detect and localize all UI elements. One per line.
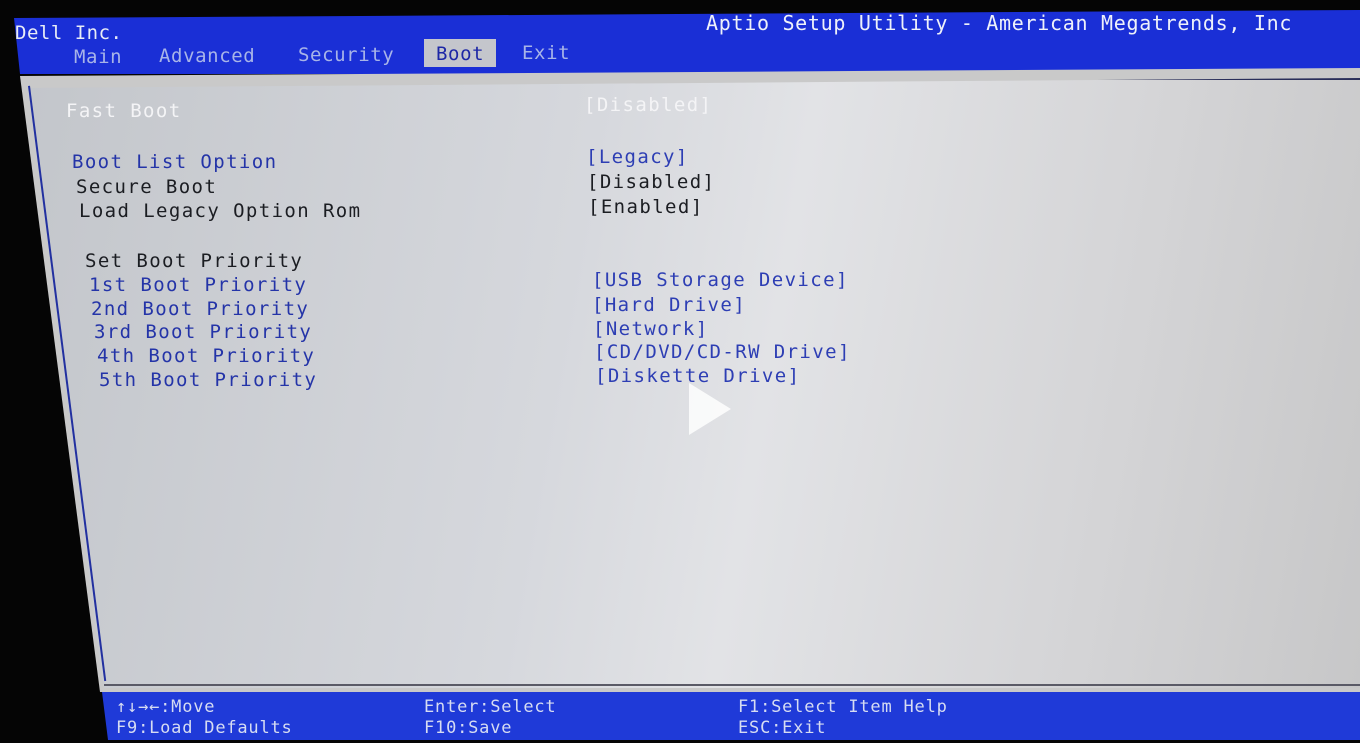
tab-advanced[interactable]: Advanced	[147, 41, 267, 69]
secure-boot-value: [Disabled]	[587, 171, 716, 193]
fast-boot-label[interactable]: Fast Boot	[66, 100, 182, 122]
play-icon[interactable]	[689, 383, 731, 435]
tab-exit[interactable]: Exit	[510, 38, 582, 66]
hint-exit: ESC:Exit	[738, 718, 827, 738]
boot-list-option-label[interactable]: Boot List Option	[72, 151, 277, 173]
bios-screen: Dell Inc. Aptio Setup Utility - American…	[0, 0, 1360, 743]
boot-priority-2-label[interactable]: 2nd Boot Priority	[91, 298, 309, 320]
hint-load-defaults: F9:Load Defaults	[116, 718, 293, 738]
boot-priority-1-value[interactable]: [USB Storage Device]	[592, 269, 849, 291]
tab-security[interactable]: Security	[286, 40, 406, 68]
hint-item-help: F1:Select Item Help	[738, 697, 948, 717]
load-legacy-option-rom-label: Load Legacy Option Rom	[79, 200, 362, 222]
fast-boot-value[interactable]: [Disabled]	[584, 94, 712, 116]
boot-priority-3-value[interactable]: [Network]	[593, 318, 709, 340]
tab-main[interactable]: Main	[62, 42, 134, 70]
boot-priority-1-label[interactable]: 1st Boot Priority	[89, 274, 307, 296]
utility-title: Aptio Setup Utility - American Megatrend…	[706, 11, 1293, 35]
panel-border-bottom	[104, 684, 1360, 686]
set-boot-priority-heading: Set Boot Priority	[85, 250, 304, 272]
hint-select: Enter:Select	[424, 697, 557, 717]
boot-priority-5-label[interactable]: 5th Boot Priority	[99, 369, 317, 391]
tab-boot[interactable]: Boot	[424, 39, 497, 67]
boot-priority-4-label[interactable]: 4th Boot Priority	[97, 345, 315, 367]
hint-save: F10:Save	[424, 718, 513, 738]
brand-label: Dell Inc.	[15, 22, 123, 44]
secure-boot-label: Secure Boot	[76, 176, 218, 198]
hint-move: ↑↓→←:Move	[116, 697, 216, 717]
boot-priority-3-label[interactable]: 3rd Boot Priority	[94, 321, 312, 343]
load-legacy-option-rom-value: [Enabled]	[588, 196, 704, 218]
boot-priority-4-value[interactable]: [CD/DVD/CD-RW Drive]	[594, 341, 851, 363]
boot-list-option-value[interactable]: [Legacy]	[586, 146, 689, 168]
boot-priority-2-value[interactable]: [Hard Drive]	[592, 294, 746, 316]
